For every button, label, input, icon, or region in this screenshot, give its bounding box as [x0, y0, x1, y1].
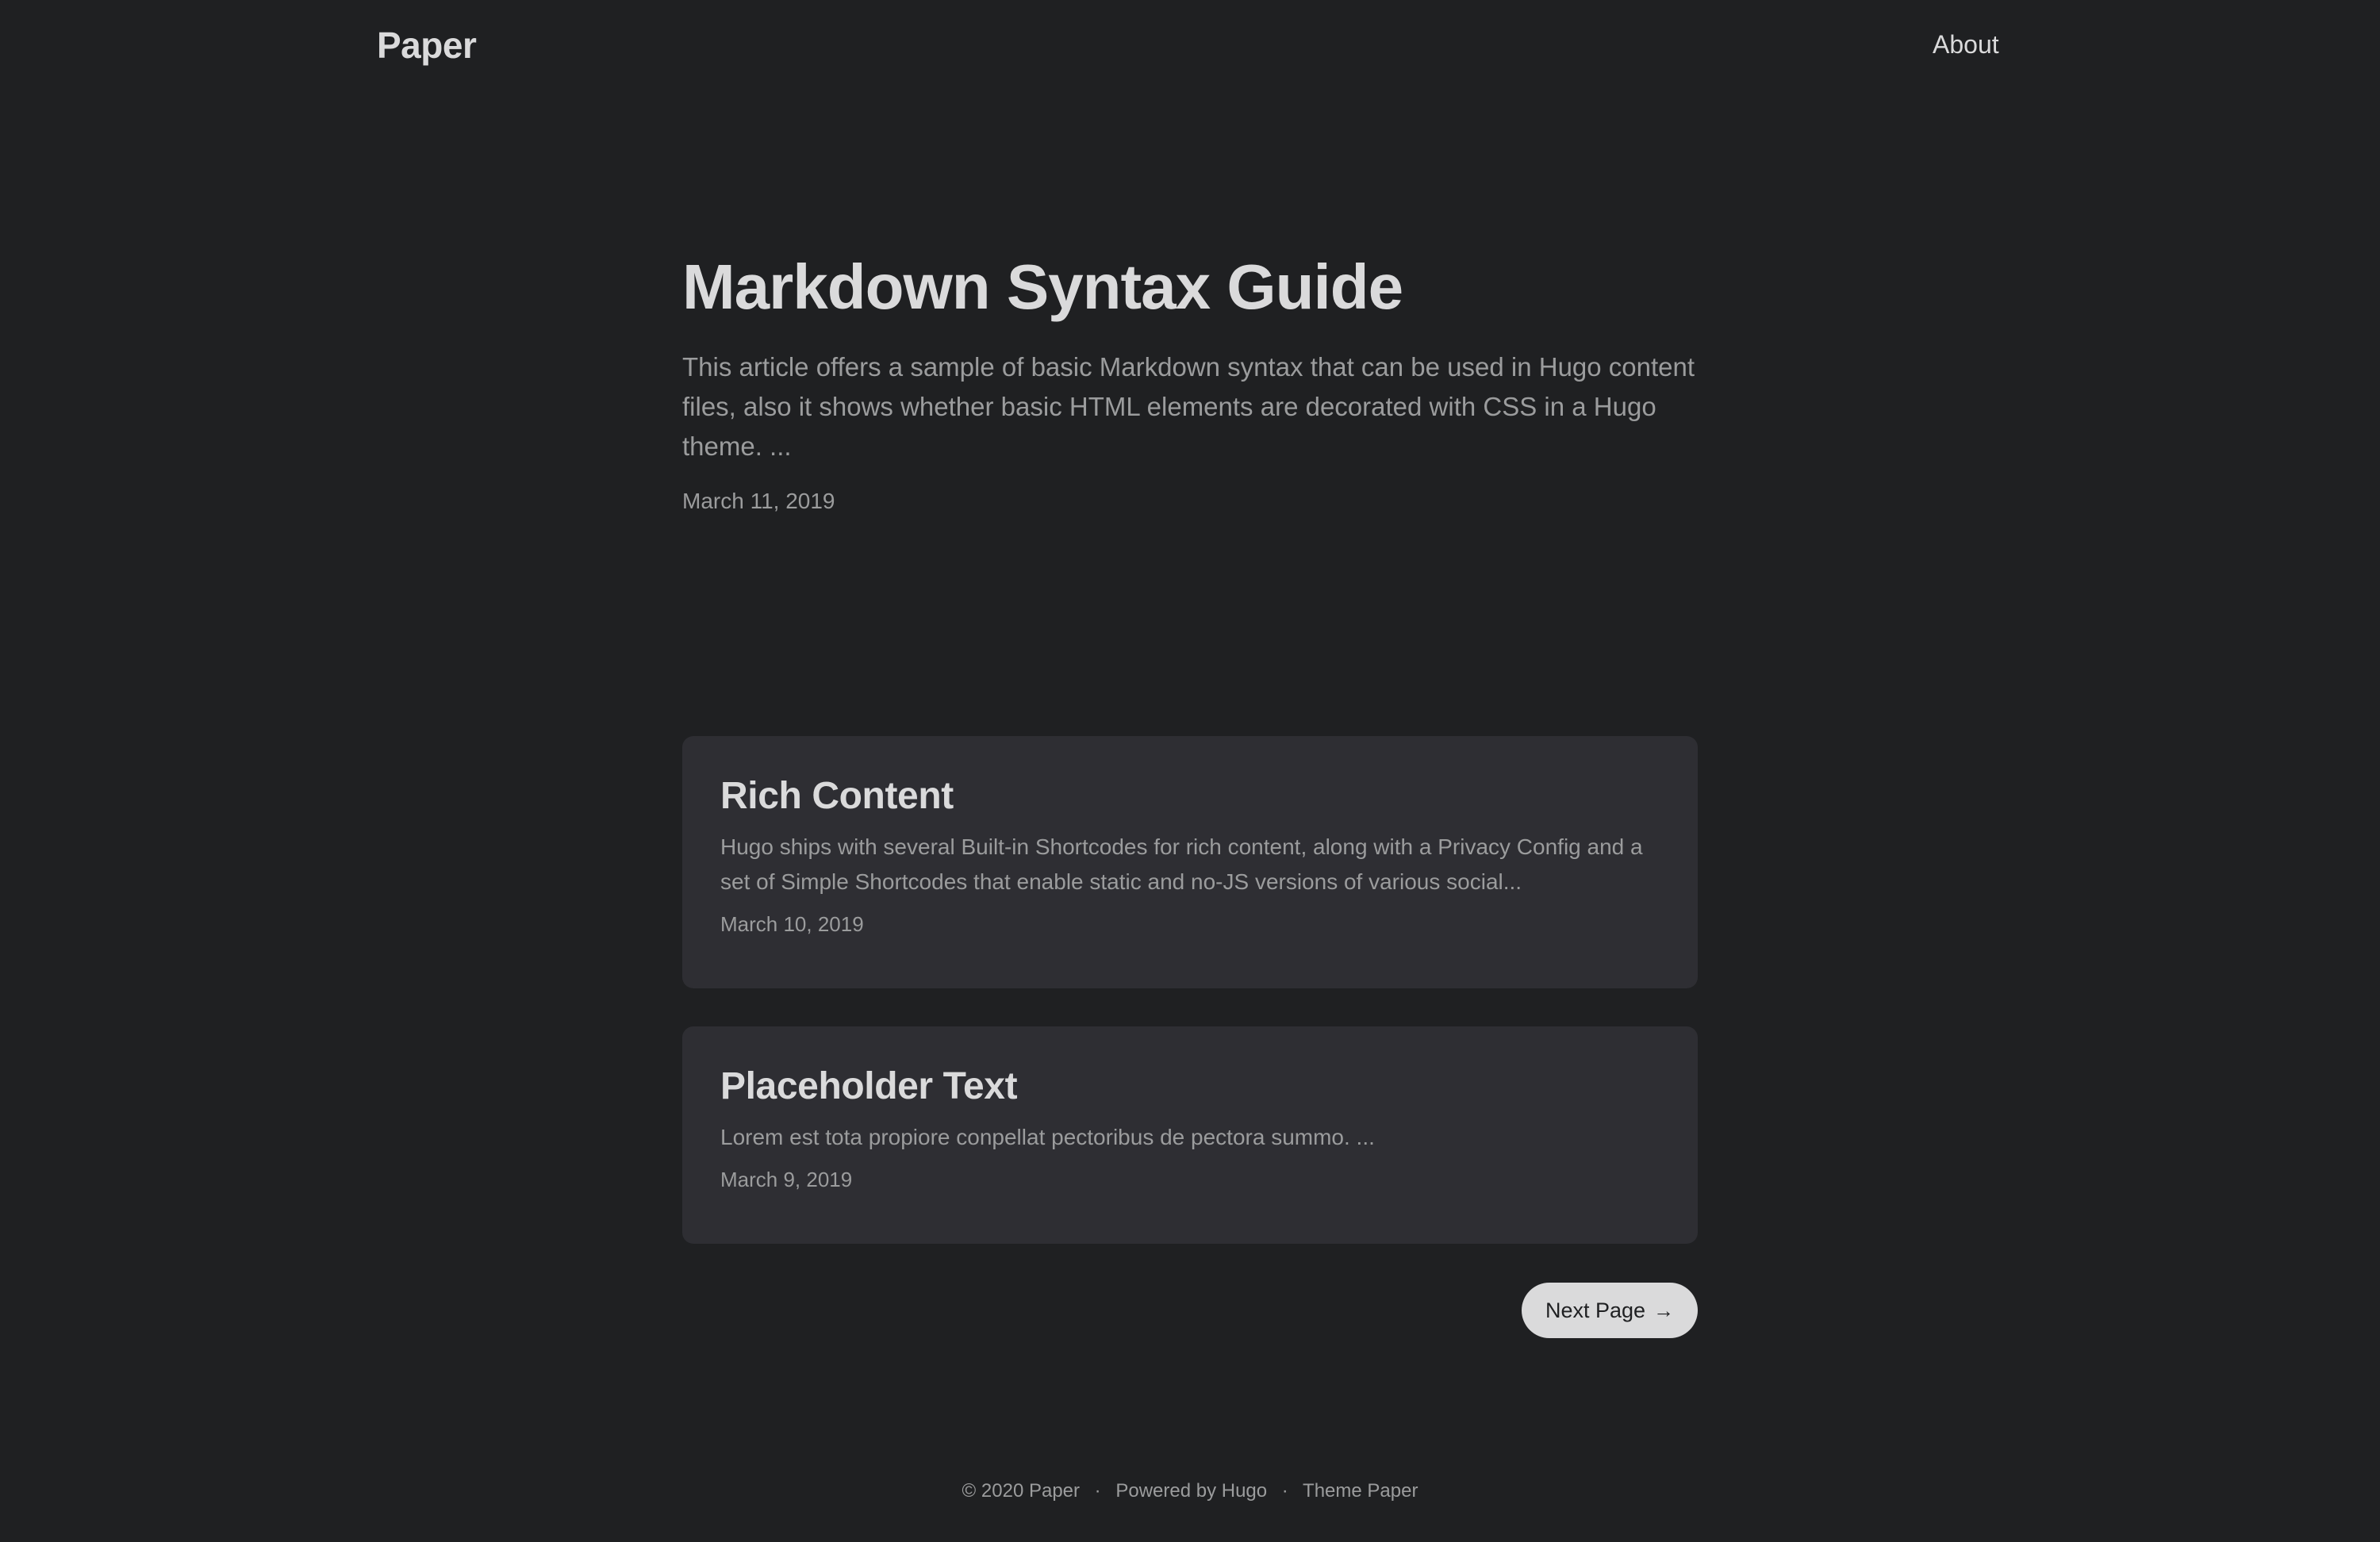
post-card-placeholder-text[interactable]: Placeholder Text Lorem est tota propiore… — [682, 1026, 1698, 1244]
post-card-excerpt: Lorem est tota propiore conpellat pector… — [720, 1125, 1375, 1149]
site-logo[interactable]: Paper — [377, 24, 477, 67]
post-card-title[interactable]: Rich Content — [720, 773, 1660, 820]
footer-theme-link[interactable]: Theme Paper — [1303, 1480, 1418, 1502]
footer-copyright: © 2020 Paper — [962, 1480, 1080, 1502]
nav-about-link[interactable]: About — [1933, 30, 1999, 59]
arrow-right-icon: → — [1653, 1298, 1675, 1322]
post-card-date: March 9, 2019 — [720, 1168, 853, 1191]
footer-separator: · — [1094, 1480, 1101, 1502]
home-entry-excerpt: This article offers a sample of basic Ma… — [682, 352, 1695, 461]
footer-separator: · — [1281, 1480, 1288, 1502]
next-page-label: Next Page — [1545, 1298, 1646, 1322]
site-footer: © 2020 Paper · Powered by Hugo · Theme P… — [0, 1480, 2380, 1502]
home-entry-date: March 11, 2019 — [682, 489, 835, 513]
post-card-rich-content[interactable]: Rich Content Hugo ships with several Bui… — [682, 736, 1698, 988]
post-card-date: March 10, 2019 — [720, 912, 864, 936]
post-card-title[interactable]: Placeholder Text — [720, 1063, 1660, 1110]
post-card-excerpt: Hugo ships with several Built-in Shortco… — [720, 834, 1643, 894]
site-header: Paper About — [0, 0, 2380, 97]
next-page-button[interactable]: Next Page → — [1522, 1283, 1698, 1338]
home-entry-title[interactable]: Markdown Syntax Guide — [682, 247, 1698, 327]
footer-powered-by-link[interactable]: Powered by Hugo — [1115, 1480, 1267, 1502]
home-entry[interactable]: Markdown Syntax Guide This article offer… — [682, 247, 1698, 514]
